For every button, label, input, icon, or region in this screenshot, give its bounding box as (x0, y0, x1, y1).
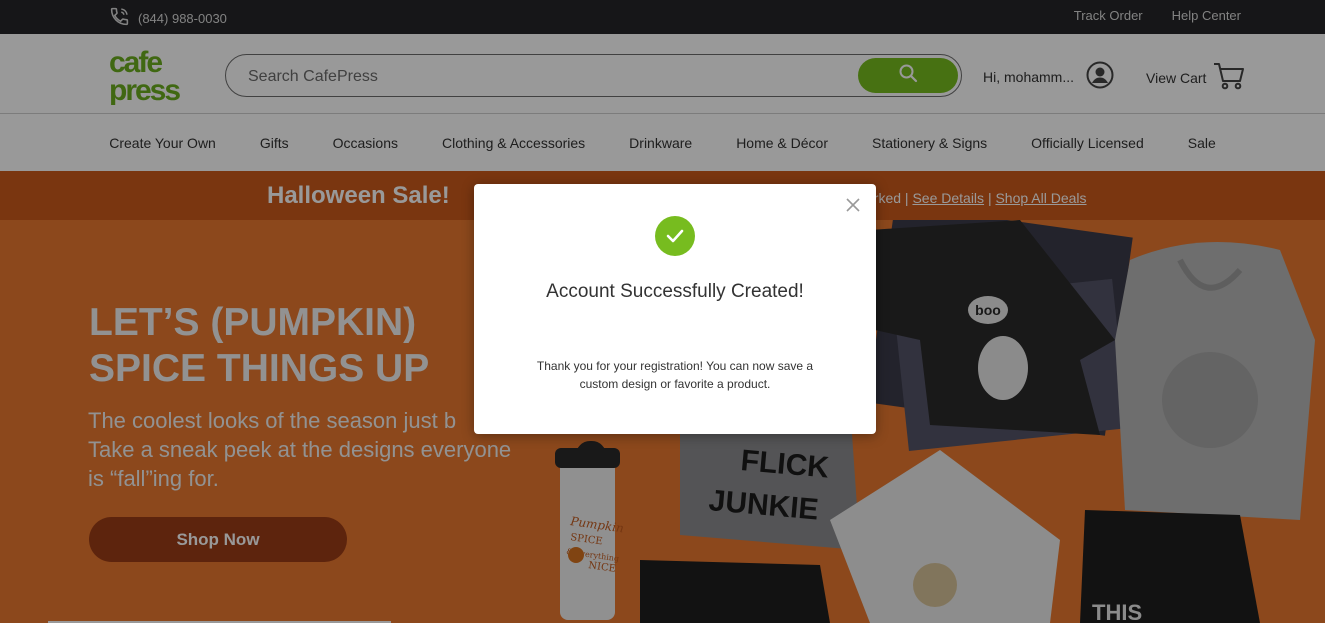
dialog-message-line-1: Thank you for your registration! You can… (536, 359, 814, 373)
success-check-icon (655, 216, 695, 256)
close-icon[interactable] (844, 196, 862, 214)
dialog-message: Thank you for your registration! You can… (529, 357, 821, 393)
registration-success-dialog: Account Successfully Created! Thank you … (474, 184, 876, 434)
dialog-message-line-2: custom design or favorite a product. (579, 377, 771, 391)
dialog-title: Account Successfully Created! (546, 281, 804, 302)
